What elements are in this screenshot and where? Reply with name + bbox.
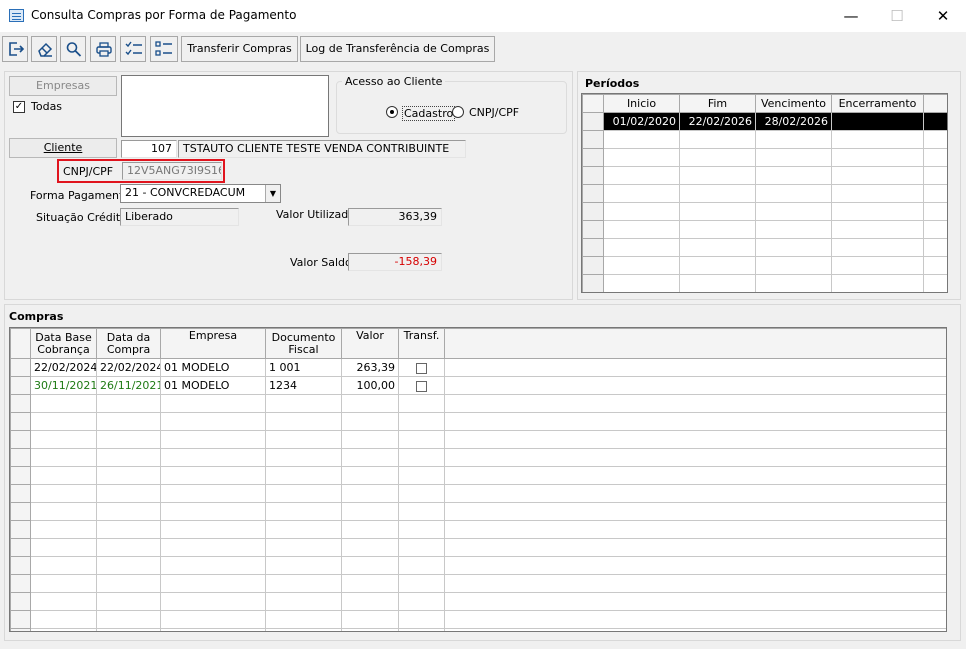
title-bar: Consulta Compras por Forma de Pagamento … xyxy=(0,0,966,32)
forma-pagamento-select[interactable]: 21 - CONVCREDACUM ▼ xyxy=(120,184,281,203)
periodos-title: Períodos xyxy=(585,77,640,90)
valor-utilizado-field: 363,39 xyxy=(348,208,442,226)
maximize-button[interactable]: ☐ xyxy=(874,0,920,32)
col-vencimento[interactable]: Vencimento xyxy=(755,94,832,113)
cnpj-label: CNPJ/CPF xyxy=(63,165,114,178)
close-button[interactable]: ✕ xyxy=(920,0,966,32)
empty-row[interactable] xyxy=(582,238,947,257)
col-documento[interactable]: Documento Fiscal xyxy=(265,328,342,359)
situacao-credito-field: Liberado xyxy=(120,208,239,226)
transfer-compras-button[interactable]: Transferir Compras xyxy=(181,36,298,62)
empty-row[interactable] xyxy=(10,574,946,593)
empty-row[interactable] xyxy=(10,502,946,521)
empty-row[interactable] xyxy=(10,556,946,575)
acesso-cliente-title: Acesso ao Cliente xyxy=(342,75,446,88)
empresas-button[interactable]: Empresas xyxy=(9,76,117,96)
empty-row[interactable] xyxy=(10,394,946,413)
print-button[interactable] xyxy=(90,36,116,62)
empresas-list[interactable] xyxy=(121,75,329,137)
empty-row[interactable] xyxy=(10,538,946,557)
empty-row[interactable] xyxy=(582,256,947,275)
empty-row[interactable] xyxy=(10,592,946,611)
radio-cnpj[interactable] xyxy=(452,106,464,118)
transf-checkbox[interactable] xyxy=(416,380,427,392)
empty-row[interactable] xyxy=(10,520,946,539)
search-button[interactable] xyxy=(60,36,86,62)
empty-row[interactable] xyxy=(582,148,947,167)
empty-row[interactable] xyxy=(582,130,947,149)
table-row[interactable]: 30/11/2021 26/11/2021 01 MODELO 1234 100… xyxy=(10,376,946,395)
col-inicio[interactable]: Inicio xyxy=(603,94,680,113)
unselect-all-button[interactable] xyxy=(150,36,178,62)
cliente-button[interactable]: Cliente xyxy=(9,138,117,158)
app-icon xyxy=(9,9,24,22)
empty-row[interactable] xyxy=(582,166,947,185)
forma-pagamento-value: 21 - CONVCREDACUM xyxy=(125,186,246,199)
radio-cadastro-label: Cadastro xyxy=(402,106,456,121)
empty-row[interactable] xyxy=(10,610,946,629)
cliente-code-field[interactable]: 107 xyxy=(121,140,177,158)
radio-cnpj-label: CNPJ/CPF xyxy=(469,106,520,119)
chevron-down-icon[interactable]: ▼ xyxy=(265,185,280,202)
empty-row[interactable] xyxy=(10,412,946,431)
valor-saldo-field: -158,39 xyxy=(348,253,442,271)
periodos-table: Inicio Fim Vencimento Encerramento 01/02… xyxy=(582,94,947,292)
col-valor[interactable]: Valor xyxy=(341,328,399,359)
compras-title: Compras xyxy=(9,310,64,323)
empty-row[interactable] xyxy=(582,184,947,203)
empty-row[interactable] xyxy=(10,430,946,449)
valor-saldo-label: Valor Saldo xyxy=(290,256,352,269)
empty-row[interactable] xyxy=(10,628,946,631)
table-row[interactable]: 01/02/2020 22/02/2026 28/02/2026 xyxy=(582,112,947,131)
window-title: Consulta Compras por Forma de Pagamento xyxy=(31,8,297,22)
situacao-credito-label: Situação Crédito xyxy=(36,211,127,224)
compras-grid[interactable]: Data Base Cobrança Data da Compra Empres… xyxy=(9,327,947,632)
search-icon xyxy=(66,42,82,57)
periodos-grid[interactable]: Inicio Fim Vencimento Encerramento 01/02… xyxy=(581,93,948,293)
radio-cadastro[interactable] xyxy=(386,106,398,118)
empty-row[interactable] xyxy=(582,202,947,221)
uncheck-list-icon xyxy=(155,41,172,56)
eraser-icon xyxy=(38,42,53,57)
col-fim[interactable]: Fim xyxy=(679,94,756,113)
todas-checkbox[interactable]: ✓ xyxy=(13,101,25,113)
col-empresa[interactable]: Empresa xyxy=(160,328,266,359)
col-data-base[interactable]: Data Base Cobrança xyxy=(30,328,97,359)
select-all-button[interactable] xyxy=(120,36,146,62)
minimize-button[interactable]: — xyxy=(828,0,874,32)
valor-utilizado-label: Valor Utilizado xyxy=(276,208,355,221)
empty-row[interactable] xyxy=(10,484,946,503)
exit-button[interactable] xyxy=(2,36,28,62)
forma-pagamento-label: Forma Pagamento xyxy=(30,189,131,202)
col-transf[interactable]: Transf. xyxy=(398,328,445,359)
empty-row[interactable] xyxy=(582,274,947,292)
transf-checkbox[interactable] xyxy=(416,362,427,374)
exit-icon xyxy=(9,42,25,56)
check-list-icon xyxy=(125,41,142,56)
col-data-compra[interactable]: Data da Compra xyxy=(96,328,161,359)
col-encerramento[interactable]: Encerramento xyxy=(831,94,924,113)
empty-row[interactable] xyxy=(10,448,946,467)
cnpj-field: 12V5ANG73I9S16 xyxy=(122,162,222,180)
table-row[interactable]: 22/02/2024 22/02/2024 01 MODELO 1 001 26… xyxy=(10,358,946,377)
compras-table: Data Base Cobrança Data da Compra Empres… xyxy=(10,328,946,631)
empty-row[interactable] xyxy=(10,466,946,485)
clear-button[interactable] xyxy=(31,36,57,62)
compras-corner xyxy=(10,328,31,359)
print-icon xyxy=(96,42,112,57)
periodos-corner xyxy=(582,94,604,113)
log-transferencia-button[interactable]: Log de Transferência de Compras xyxy=(300,36,495,62)
todas-label: Todas xyxy=(31,100,63,113)
cliente-name-field: TSTAUTO CLIENTE TESTE VENDA CONTRIBUINTE xyxy=(178,140,466,158)
empty-row[interactable] xyxy=(582,220,947,239)
